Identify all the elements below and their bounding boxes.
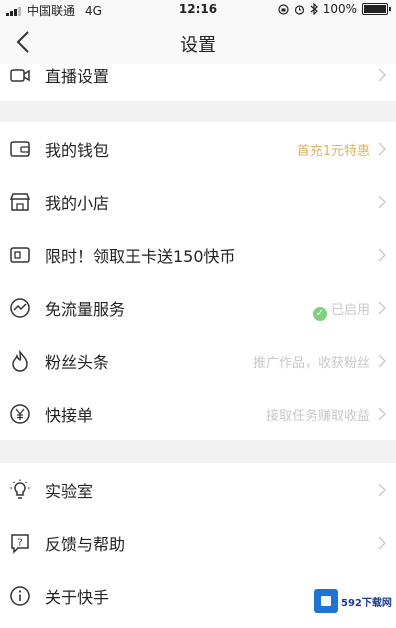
chevron-right-icon: [378, 301, 386, 315]
watermark-logo-icon: [314, 589, 338, 613]
store-icon: [9, 193, 31, 211]
svg-text:?: ?: [17, 538, 22, 549]
flame-icon: [12, 350, 28, 372]
yuan-icon: [10, 404, 30, 424]
wallet-icon: [10, 141, 30, 157]
chevron-right-icon: [378, 142, 386, 156]
settings-item-label: 粉丝头条: [45, 353, 110, 372]
settings-item-feedback[interactable]: ? 反馈与帮助: [0, 516, 396, 569]
settings-item-free-traffic[interactable]: 免流量服务 ✓ 已启用: [0, 281, 396, 334]
status-right: 100%: [278, 2, 391, 16]
chevron-right-icon: [378, 195, 386, 209]
video-camera-icon: [10, 69, 30, 82]
chevron-right-icon: [378, 536, 386, 550]
settings-item-quick-order[interactable]: 快接单 接取任务赚取收益: [0, 387, 396, 440]
settings-item-king-card[interactable]: 限时！领取王卡送150快币: [0, 228, 396, 281]
nav-bar: 设置: [0, 20, 396, 64]
settings-group-main: 我的钱包 首充1元特惠 我的小店 限时！领取王卡送150快币 免流量服务 ✓ 已启…: [0, 122, 396, 440]
chevron-right-icon: [378, 248, 386, 262]
info-icon: [10, 586, 30, 606]
settings-item-label: 实验室: [45, 482, 94, 501]
status-bar: 中国联通 4G 12:16 100%: [0, 0, 396, 20]
settings-item-label: 关于快手: [45, 588, 110, 607]
traffic-icon: [10, 298, 30, 318]
enabled-status: 已启用: [330, 303, 370, 318]
settings-item-wallet[interactable]: 我的钱包 首充1元特惠: [0, 122, 396, 175]
sim-card-icon: [10, 247, 30, 263]
check-icon: ✓: [312, 307, 327, 321]
settings-group-live: 直播设置: [0, 64, 396, 101]
chevron-right-icon: [378, 68, 386, 82]
settings-item-label: 免流量服务: [45, 300, 126, 319]
page-title: 设置: [180, 35, 216, 56]
settings-item-store[interactable]: 我的小店: [0, 175, 396, 228]
lock-rotation-icon: [278, 3, 289, 15]
settings-item-live[interactable]: 直播设置: [0, 64, 396, 101]
alarm-icon: [294, 4, 304, 15]
settings-item-label: 我的钱包: [45, 141, 110, 160]
settings-item-value: ✓ 已启用: [312, 299, 370, 321]
settings-item-label: 反馈与帮助: [45, 535, 126, 554]
lightbulb-icon: [10, 479, 30, 499]
chevron-right-icon: [378, 483, 386, 497]
settings-item-value: 接取任务赚取收益: [265, 409, 370, 424]
settings-item-label: 我的小店: [45, 194, 110, 213]
settings-item-lab[interactable]: 实验室: [0, 463, 396, 516]
settings-item-value: 首充1元特惠: [296, 144, 370, 159]
chevron-right-icon: [378, 354, 386, 368]
chevron-right-icon: [378, 407, 386, 421]
settings-item-label: 快接单: [45, 406, 94, 425]
settings-item-label: 直播设置: [45, 67, 110, 86]
battery-icon: [362, 3, 391, 15]
settings-item-value: 推广作品，收获粉丝: [252, 356, 370, 371]
watermark: 592下载网: [314, 587, 394, 615]
watermark-text: 592下载网: [341, 597, 392, 609]
settings-item-label: 限时！领取王卡送150快币: [45, 247, 236, 266]
battery-percent: 100%: [322, 2, 357, 16]
help-icon: ?: [11, 534, 29, 554]
bluetooth-icon: [310, 3, 318, 15]
settings-item-fans-headline[interactable]: 粉丝头条 推广作品，收获粉丝: [0, 334, 396, 387]
